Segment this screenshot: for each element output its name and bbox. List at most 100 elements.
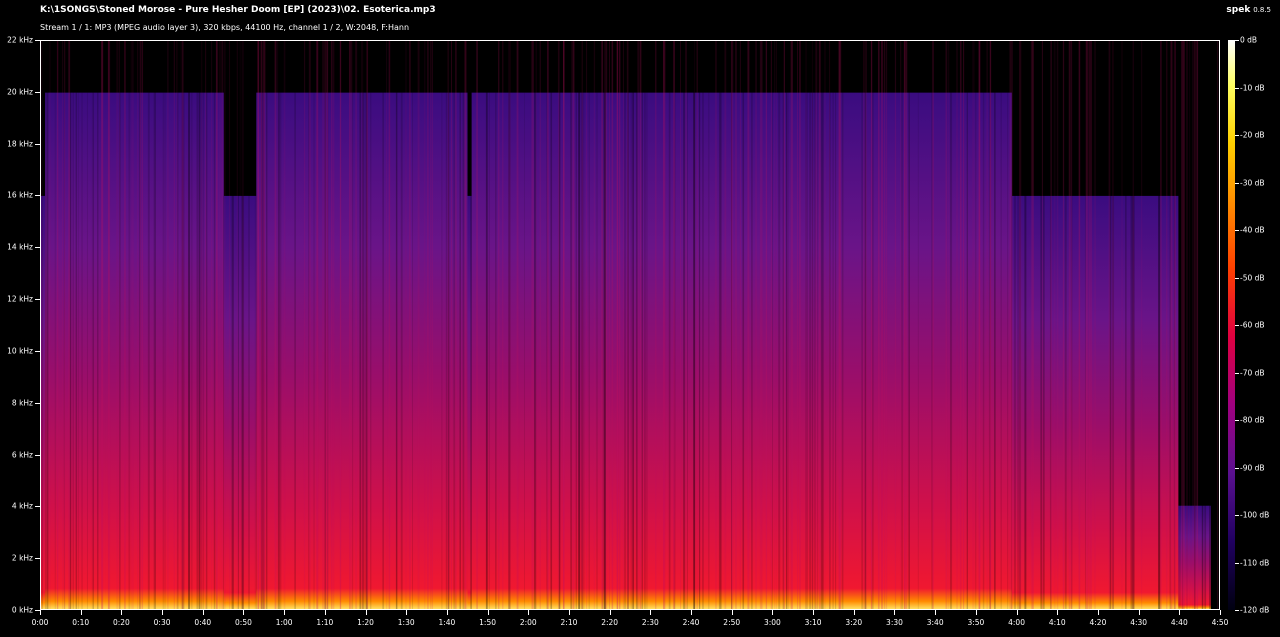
spectrum-streak: [824, 41, 826, 609]
spectrum-streak: [81, 41, 83, 609]
spectrum-streak: [294, 41, 296, 609]
spectrum-streak: [673, 41, 676, 609]
spectrum-streak: [821, 41, 824, 609]
spectrum-streak: [765, 41, 768, 609]
spectrum-streak: [182, 41, 184, 609]
y-tick-label: 14 kHz: [7, 242, 33, 252]
spectrum-streak: [535, 41, 537, 609]
colorbar-tick: [1235, 230, 1239, 231]
spectrum-streak: [1125, 41, 1127, 609]
x-tick: [894, 610, 896, 615]
spectrum-streak: [62, 41, 64, 609]
x-tick-label: 0:00: [31, 618, 49, 627]
x-tick: [284, 610, 286, 615]
spectrum-streak: [516, 41, 519, 609]
x-tick: [80, 610, 82, 615]
spectrum-streak: [702, 41, 704, 609]
x-tick: [1179, 610, 1181, 615]
spectrum-streak: [1053, 41, 1056, 609]
x-tick-label: 2:40: [682, 618, 700, 627]
spectrum-streak: [362, 41, 364, 609]
spectrum-streak: [724, 41, 726, 609]
colorbar-tick-label: -50 dB: [1240, 273, 1265, 282]
spectrum-streak: [54, 41, 56, 609]
x-tick: [731, 610, 733, 615]
spectrum-streak: [619, 41, 621, 609]
spectrum-streak: [894, 41, 897, 609]
spectrum-streak: [871, 41, 874, 609]
spectrum-streak: [277, 41, 280, 609]
spectrum-streak: [720, 41, 722, 609]
y-tick: [35, 506, 40, 508]
spectrum-streak: [1071, 41, 1073, 609]
spectrum-streak: [1160, 41, 1163, 609]
spectrum-streak: [1186, 41, 1188, 609]
spectrum-streak: [431, 41, 433, 609]
spectrum-streak: [355, 41, 358, 609]
spectrum-streak: [885, 41, 888, 609]
spectrum-streak: [236, 41, 239, 609]
spectrogram-plot[interactable]: [40, 40, 1220, 610]
y-tick: [35, 350, 40, 352]
spectrum-streak: [986, 41, 988, 609]
y-tick: [35, 454, 40, 456]
spectrum-streak: [778, 41, 781, 609]
x-tick: [853, 610, 855, 615]
spectrum-streak: [405, 41, 407, 609]
spectrum-streak: [455, 41, 457, 609]
spectrum-streak: [664, 41, 666, 609]
spectrum-streak: [735, 41, 737, 609]
colorbar-tick: [1235, 277, 1239, 279]
x-tick-label: 0:40: [194, 618, 212, 627]
spectrum-streak: [1191, 41, 1194, 609]
spectrum-streak: [216, 41, 219, 609]
spectrum-streak: [254, 41, 256, 609]
spectrum-streak: [880, 41, 883, 609]
spectrum-streak: [1062, 41, 1065, 609]
spectrum-streak: [188, 41, 190, 609]
spectrum-streak: [1196, 41, 1198, 609]
x-tick: [568, 610, 570, 615]
x-tick-label: 4:40: [1170, 618, 1188, 627]
x-tick: [40, 610, 41, 615]
spectrum-streak: [49, 41, 51, 609]
y-tick-label: 16 kHz: [7, 190, 33, 200]
spectrum-streak: [559, 41, 561, 609]
spectrum-streak: [1170, 41, 1172, 609]
spectrum-streak: [1194, 41, 1196, 609]
spectrum-streak: [596, 41, 598, 609]
spectrogram-image: [41, 41, 1219, 609]
spectrum-streak: [975, 41, 977, 609]
spectrum-streak: [883, 41, 885, 609]
x-tick: [406, 610, 408, 615]
spectrum-streak: [950, 41, 952, 609]
spectrum-streak: [609, 41, 610, 609]
spectrum-streak: [224, 41, 226, 609]
spectrum-streak: [313, 41, 315, 609]
spectrum-streak: [118, 41, 120, 609]
spectrum-streak: [395, 41, 398, 609]
x-tick: [1220, 610, 1221, 615]
spectrum-streak: [280, 41, 282, 609]
spectrum-streak: [644, 41, 646, 609]
spectrum-streak: [864, 41, 867, 609]
x-tick-label: 3:20: [845, 618, 863, 627]
x-tick: [609, 610, 611, 615]
colorbar-tick: [1235, 420, 1239, 421]
spectrum-streak: [639, 41, 642, 609]
spectrum-streak: [770, 41, 772, 609]
y-tick: [35, 402, 40, 404]
colorbar-tick: [1235, 325, 1239, 326]
colorbar-tick-label: -110 dB: [1240, 558, 1270, 567]
x-tick: [772, 610, 774, 615]
spectrum-streak: [783, 41, 785, 609]
spectrum-streak: [532, 41, 534, 609]
spectrum-streak: [805, 41, 807, 609]
spectrum-streak: [760, 41, 763, 609]
colorbar-tick: [1235, 40, 1239, 41]
y-tick-label: 12 kHz: [7, 294, 33, 304]
spectrum-streak: [198, 41, 200, 609]
spectrum-streak: [932, 41, 934, 609]
x-tick-label: 2:30: [641, 618, 659, 627]
x-tick-label: 3:00: [763, 618, 781, 627]
